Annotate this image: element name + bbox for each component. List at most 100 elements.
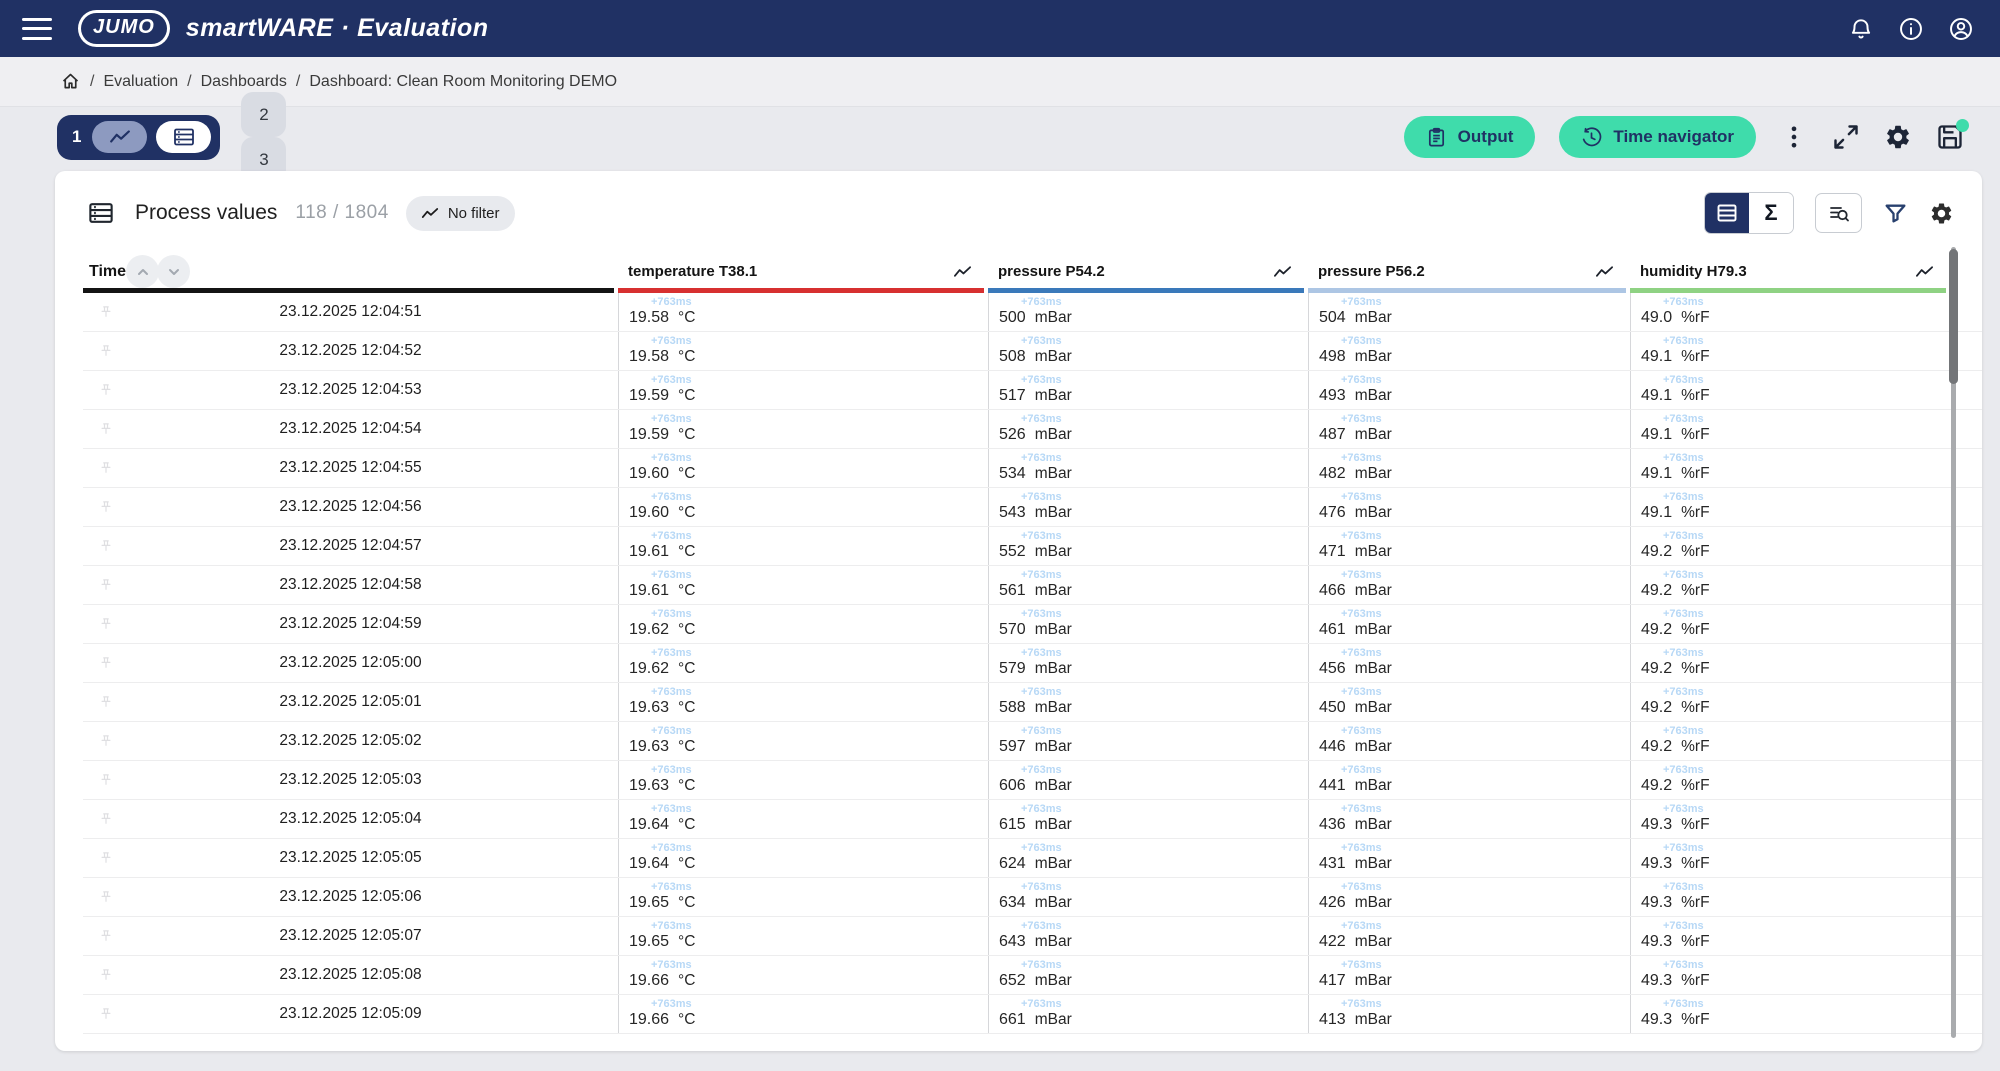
table-row[interactable]: 23.12.2025 12:04:51 +763ms 19.58°C +763m… — [83, 293, 1982, 332]
table-row[interactable]: 23.12.2025 12:04:57 +763ms 19.61°C +763m… — [83, 527, 1982, 566]
output-label: Output — [1458, 127, 1514, 147]
pin-icon[interactable] — [97, 888, 115, 907]
home-icon[interactable] — [60, 71, 81, 92]
value-unit: mBar — [1035, 1011, 1072, 1029]
value-number: 493 — [1319, 387, 1346, 405]
search-in-list-button[interactable] — [1815, 193, 1862, 233]
pin-icon[interactable] — [97, 342, 115, 361]
filter-funnel-icon[interactable] — [1883, 201, 1908, 226]
value-cell: +763ms 466mBar — [1308, 566, 1630, 604]
value-column-header[interactable]: humidity H79.3 — [1630, 250, 1950, 293]
settings-gear-icon[interactable] — [1884, 123, 1912, 151]
table-settings-gear-icon[interactable] — [1929, 201, 1954, 226]
value-number: 634 — [999, 894, 1026, 912]
value-unit: %rF — [1681, 465, 1709, 483]
search-list-icon — [1828, 202, 1850, 224]
sample-offset: +763ms — [1021, 842, 1308, 855]
pin-icon[interactable] — [97, 849, 115, 868]
table-row[interactable]: 23.12.2025 12:05:04 +763ms 19.64°C +763m… — [83, 800, 1982, 839]
tab-1-active[interactable]: 1 — [57, 115, 220, 160]
table-row[interactable]: 23.12.2025 12:05:01 +763ms 19.63°C +763m… — [83, 683, 1982, 722]
pin-icon[interactable] — [97, 498, 115, 517]
pin-icon[interactable] — [97, 810, 115, 829]
pin-icon[interactable] — [97, 966, 115, 985]
breadcrumb-item[interactable]: Evaluation — [103, 73, 178, 90]
tab-2[interactable]: 2 — [241, 92, 286, 137]
pin-icon[interactable] — [97, 576, 115, 595]
value-unit: °C — [678, 543, 695, 561]
timestamp: 23.12.2025 12:05:02 — [279, 732, 421, 750]
pin-icon[interactable] — [97, 420, 115, 439]
value-cell: +763ms 49.2%rF — [1630, 605, 1950, 643]
value-unit: °C — [678, 660, 695, 678]
table-row[interactable]: 23.12.2025 12:05:03 +763ms 19.63°C +763m… — [83, 761, 1982, 800]
statistics-sigma-button[interactable]: Σ — [1749, 193, 1793, 233]
menu-icon[interactable] — [22, 18, 52, 40]
save-dashboard-icon[interactable] — [1936, 123, 1964, 151]
table-row[interactable]: 23.12.2025 12:05:05 +763ms 19.64°C +763m… — [83, 839, 1982, 878]
time-navigator-button[interactable]: Time navigator — [1559, 116, 1756, 158]
value-column-header[interactable]: pressure P54.2 — [988, 250, 1308, 293]
table-view-toggle[interactable] — [156, 121, 211, 153]
table-row[interactable]: 23.12.2025 12:04:54 +763ms 19.59°C +763m… — [83, 410, 1982, 449]
value-unit: mBar — [1355, 738, 1392, 756]
table-row[interactable]: 23.12.2025 12:05:09 +763ms 19.66°C +763m… — [83, 995, 1982, 1034]
table-row[interactable]: 23.12.2025 12:04:56 +763ms 19.60°C +763m… — [83, 488, 1982, 527]
table-row[interactable]: 23.12.2025 12:05:07 +763ms 19.65°C +763m… — [83, 917, 1982, 956]
pin-icon[interactable] — [97, 927, 115, 946]
account-icon[interactable] — [1948, 16, 1974, 42]
pin-icon[interactable] — [97, 1005, 115, 1024]
table-row[interactable]: 23.12.2025 12:04:58 +763ms 19.61°C +763m… — [83, 566, 1982, 605]
sample-offset: +763ms — [1663, 764, 1950, 777]
table-row[interactable]: 23.12.2025 12:04:55 +763ms 19.60°C +763m… — [83, 449, 1982, 488]
line-chart-icon — [1915, 265, 1934, 279]
table-row[interactable]: 23.12.2025 12:04:53 +763ms 19.59°C +763m… — [83, 371, 1982, 410]
breadcrumb-item[interactable]: Dashboard: Clean Room Monitoring DEMO — [309, 73, 617, 90]
value-column-header[interactable]: pressure P56.2 — [1308, 250, 1630, 293]
sample-offset: +763ms — [1663, 725, 1950, 738]
value-unit: °C — [678, 1011, 695, 1029]
sort-down-button[interactable] — [157, 255, 190, 288]
breadcrumb-separator: / — [296, 73, 300, 90]
kebab-menu-icon[interactable] — [1780, 123, 1808, 151]
pin-icon[interactable] — [97, 303, 115, 322]
table-row[interactable]: 23.12.2025 12:04:52 +763ms 19.58°C +763m… — [83, 332, 1982, 371]
value-number: 456 — [1319, 660, 1346, 678]
value-unit: %rF — [1681, 543, 1709, 561]
notifications-bell-icon[interactable] — [1848, 16, 1874, 42]
pin-icon[interactable] — [97, 732, 115, 751]
timestamp: 23.12.2025 12:05:07 — [279, 927, 421, 945]
filter-chip[interactable]: No filter — [406, 196, 515, 231]
chart-view-toggle[interactable] — [92, 121, 147, 153]
pin-icon[interactable] — [97, 381, 115, 400]
chevron-down-icon — [166, 264, 182, 280]
output-button[interactable]: Output — [1404, 116, 1536, 158]
table-row[interactable]: 23.12.2025 12:05:06 +763ms 19.65°C +763m… — [83, 878, 1982, 917]
value-unit: mBar — [1035, 387, 1072, 405]
value-cell: +763ms 49.3%rF — [1630, 917, 1950, 955]
pin-icon[interactable] — [97, 693, 115, 712]
scrollbar-thumb[interactable] — [1949, 249, 1958, 384]
sample-offset: +763ms — [1663, 296, 1950, 309]
expand-fullscreen-icon[interactable] — [1832, 123, 1860, 151]
table-row[interactable]: 23.12.2025 12:04:59 +763ms 19.62°C +763m… — [83, 605, 1982, 644]
pin-icon[interactable] — [97, 771, 115, 790]
value-column-header[interactable]: temperature T38.1 — [618, 250, 988, 293]
value-number: 49.1 — [1641, 426, 1672, 444]
value-unit: %rF — [1681, 894, 1709, 912]
table-row[interactable]: 23.12.2025 12:05:00 +763ms 19.62°C +763m… — [83, 644, 1982, 683]
pin-icon[interactable] — [97, 654, 115, 673]
value-unit: mBar — [1035, 699, 1072, 717]
time-cell: 23.12.2025 12:04:52 — [83, 332, 618, 370]
breadcrumb-item[interactable]: Dashboards — [201, 73, 287, 90]
table-row[interactable]: 23.12.2025 12:05:02 +763ms 19.63°C +763m… — [83, 722, 1982, 761]
values-view-button[interactable] — [1705, 193, 1749, 233]
info-icon[interactable] — [1898, 16, 1924, 42]
value-unit: %rF — [1681, 504, 1709, 522]
sort-up-button[interactable] — [126, 255, 159, 288]
pin-icon[interactable] — [97, 459, 115, 478]
pin-icon[interactable] — [97, 615, 115, 634]
pin-icon[interactable] — [97, 537, 115, 556]
value-cell: +763ms 19.64°C — [618, 800, 988, 838]
table-row[interactable]: 23.12.2025 12:05:08 +763ms 19.66°C +763m… — [83, 956, 1982, 995]
